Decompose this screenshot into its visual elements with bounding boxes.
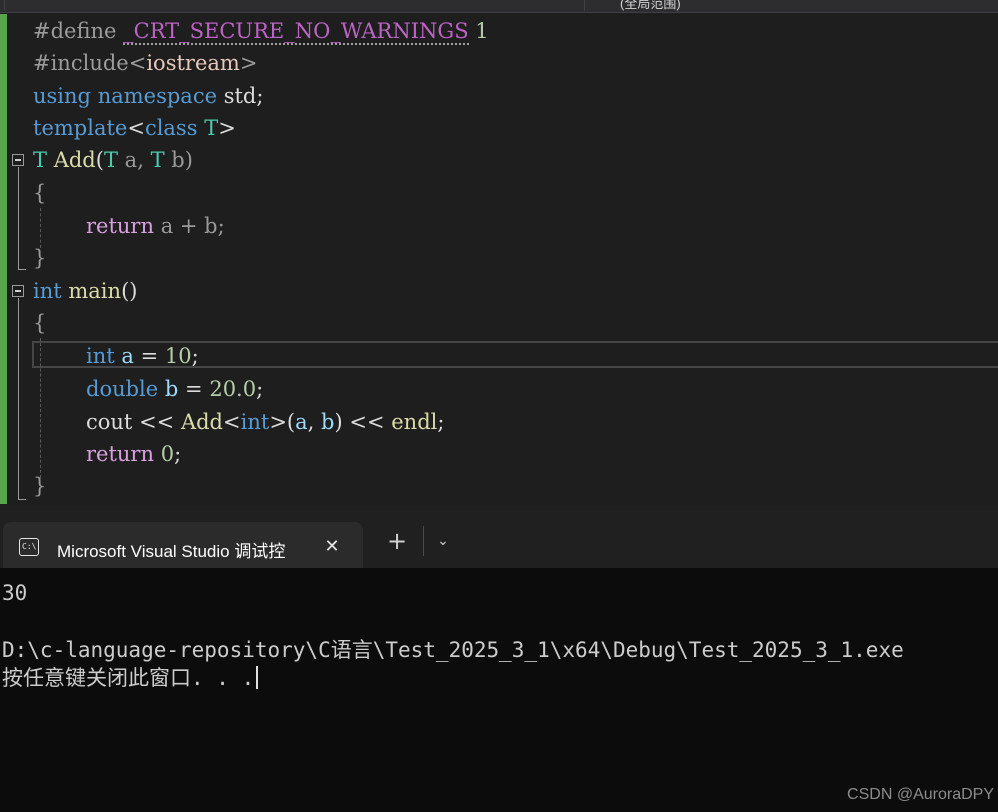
code-line-6[interactable]: { [33,178,46,208]
fold-guide-end [18,269,26,270]
nav-bar-project-dropdown[interactable] [4,0,585,11]
code-editor[interactable]: (全局范围) #define _CRT_SECURE_NO_WARNINGS 1… [0,0,998,506]
code-line-15[interactable]: } [33,471,46,501]
navigation-bar: (全局范围) [0,0,998,13]
close-icon[interactable]: ✕ [321,536,343,558]
new-tab-button[interactable]: + [384,528,410,554]
console-prompt-text: 按任意键关闭此窗口. . . [2,666,255,690]
console-output-result: 30 [2,581,28,605]
code-line-10[interactable]: { [33,308,46,338]
change-tracking-bar [0,14,7,504]
fold-collapse-icon[interactable] [12,154,24,166]
fold-guide-line [18,298,19,499]
terminal-console[interactable]: 30 D:\c-language-repository\C语言\Test_202… [0,568,998,812]
fold-guide-line [18,167,19,269]
code-line-11[interactable]: int a = 10; [86,341,199,371]
code-line-13[interactable]: cout << Add<int>(a, b) << endl; [86,407,444,437]
code-line-9[interactable]: int main() [33,276,137,306]
code-line-12[interactable]: double b = 20.0; [86,374,263,404]
terminal-tab[interactable]: C:\ Microsoft Visual Studio 调试控 ✕ [3,522,363,574]
console-icon: C:\ [19,538,39,556]
chevron-down-icon[interactable]: ⌄ [431,528,455,554]
indent-guide [40,208,41,248]
watermark: CSDN @AuroraDPY [847,786,994,803]
tab-separator [423,526,424,556]
fold-collapse-icon[interactable] [12,285,24,297]
terminal-tab-title: Microsoft Visual Studio 调试控 [57,542,286,561]
console-output-path: D:\c-language-repository\C语言\Test_2025_3… [2,638,904,662]
code-line-4[interactable]: template<class T> [33,113,236,143]
code-line-5[interactable]: T Add(T a, T b) [33,145,193,175]
indent-guide [40,338,41,478]
scope-label: (全局范围) [620,0,681,11]
code-line-7[interactable]: return a + b; [86,211,225,241]
code-line-8[interactable]: } [33,243,46,273]
fold-guide-end [18,499,26,500]
code-line-2[interactable]: #include<iostream> [33,48,257,78]
code-line-14[interactable]: return 0; [86,439,181,469]
terminal-tab-strip: C:\ Microsoft Visual Studio 调试控 ✕ + ⌄ [0,506,998,574]
console-output-prompt: 按任意键关闭此窗口. . . [2,664,259,692]
text-cursor [256,666,259,689]
code-line-3[interactable]: using namespace std; [33,81,263,111]
code-line-1[interactable]: #define _CRT_SECURE_NO_WARNINGS 1 [33,16,489,46]
